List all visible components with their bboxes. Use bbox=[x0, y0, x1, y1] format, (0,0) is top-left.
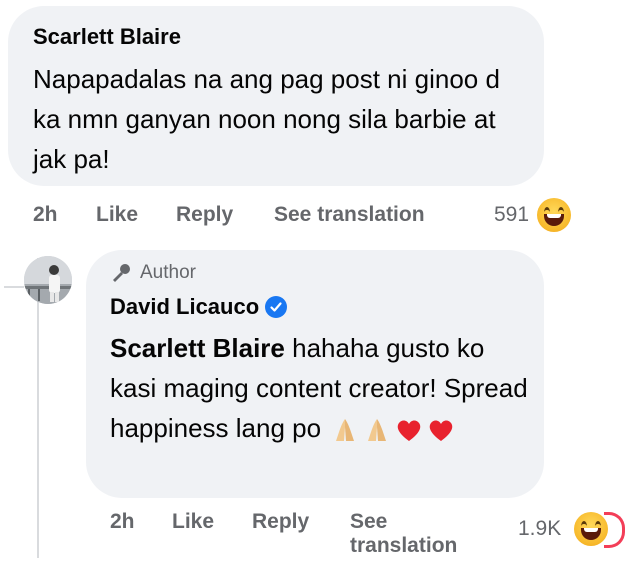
comment-text: Napapadalas na ang pag post ni ginoo d k… bbox=[33, 64, 500, 174]
reply-author[interactable]: David Licauco bbox=[110, 294, 259, 320]
reply-button[interactable]: Reply bbox=[252, 510, 309, 534]
folded-hands-icon bbox=[330, 415, 360, 445]
see-translation-link-line2[interactable]: translation bbox=[350, 534, 457, 558]
avatar-photo bbox=[24, 256, 72, 304]
see-translation-link[interactable]: See bbox=[350, 510, 387, 534]
microphone-icon bbox=[113, 264, 130, 282]
red-heart-icon bbox=[394, 415, 424, 445]
thread-line bbox=[37, 258, 39, 558]
like-button[interactable]: Like bbox=[172, 510, 214, 534]
reply-time[interactable]: 2h bbox=[110, 510, 135, 534]
thread-connector bbox=[4, 286, 24, 288]
author-badge: Author bbox=[110, 262, 196, 284]
comment-author[interactable]: Scarlett Blaire bbox=[33, 24, 181, 50]
reaction-count[interactable]: 591 bbox=[494, 203, 529, 227]
reply-text: Scarlett Blaire hahaha gusto ko kasi mag… bbox=[110, 328, 530, 448]
reply-button[interactable]: Reply bbox=[176, 203, 233, 227]
haha-reaction-icon[interactable] bbox=[574, 512, 608, 546]
reaction-count[interactable]: 1.9K bbox=[518, 517, 561, 541]
red-heart-icon bbox=[426, 415, 456, 445]
avatar[interactable] bbox=[24, 256, 72, 304]
like-button[interactable]: Like bbox=[96, 203, 138, 227]
mention-link[interactable]: Scarlett Blaire bbox=[110, 333, 285, 363]
verified-badge-icon bbox=[265, 296, 288, 318]
haha-reaction-icon[interactable] bbox=[537, 198, 571, 232]
comment-thread: Scarlett Blaire Napapadalas na ang pag p… bbox=[0, 0, 628, 564]
see-translation-link[interactable]: See translation bbox=[274, 203, 425, 227]
author-badge-label: Author bbox=[140, 262, 196, 283]
folded-hands-icon bbox=[362, 415, 392, 445]
reply-author-row: David Licauco bbox=[110, 294, 288, 320]
comment-time[interactable]: 2h bbox=[33, 203, 58, 227]
